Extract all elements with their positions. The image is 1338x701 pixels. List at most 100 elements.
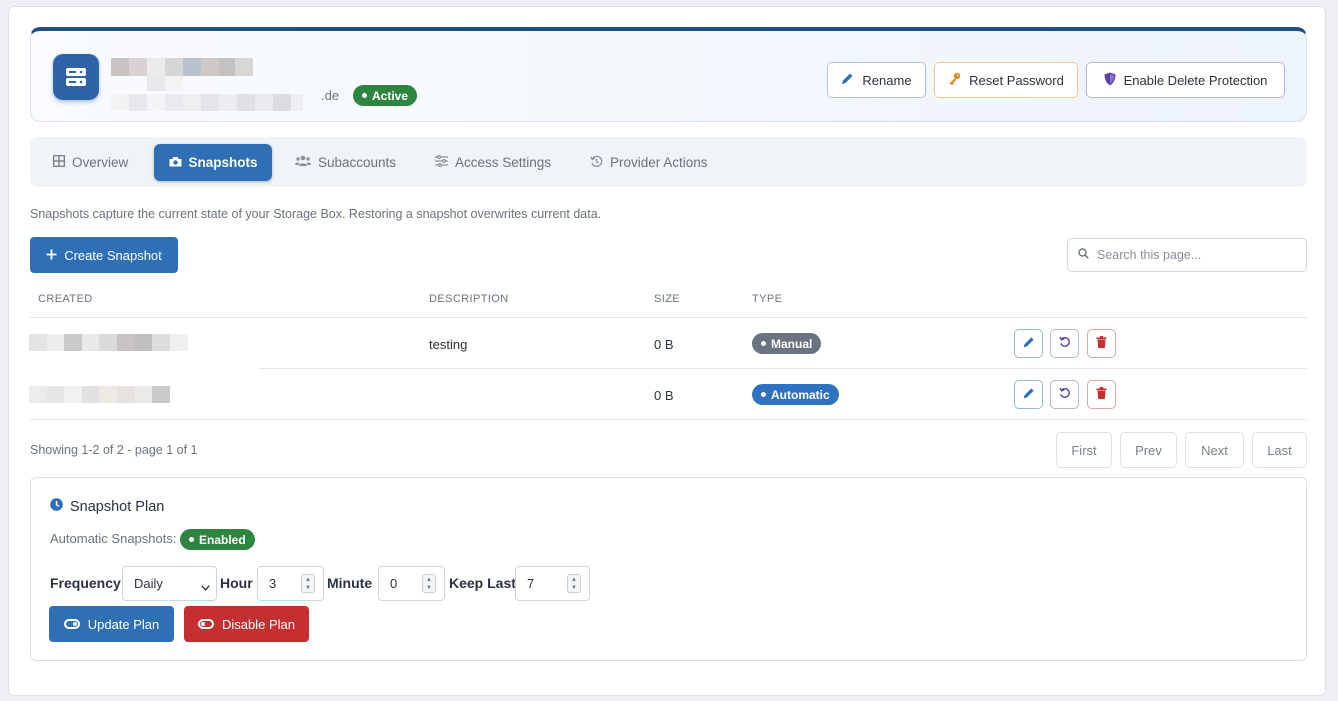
keep-last-spinner[interactable]: ▲ ▼ [567,574,581,593]
type-badge-automatic: Automatic [752,384,839,405]
spin-down-icon: ▼ [305,584,311,591]
page-container: .de Active Rename Reset Password Enable … [8,6,1326,696]
pagination-summary: Showing 1-2 of 2 - page 1 of 1 [30,443,198,457]
delete-snapshot-button[interactable] [1087,329,1116,358]
rename-label: Rename [862,72,912,88]
plan-title-text: Snapshot Plan [70,498,165,515]
last-page-button[interactable]: Last [1252,432,1307,468]
row-divider [259,368,1307,369]
snapshot-size: 0 B [654,388,674,403]
column-header-size: SIZE [654,293,681,305]
spin-up-icon: ▲ [426,576,432,583]
tab-label: Provider Actions [610,155,708,170]
snapshot-type: Automatic [771,387,830,402]
users-icon [295,155,311,170]
redacted-created-date [29,334,188,351]
redacted-name-line2 [147,76,183,91]
tab-label: Access Settings [455,155,552,170]
toggle-off-icon [198,619,214,629]
keep-last-label: Keep Last [449,575,516,591]
spin-up-icon: ▲ [571,576,577,583]
minute-label: Minute [327,575,373,591]
tab-subaccounts[interactable]: Subaccounts [278,144,413,181]
delete-snapshot-button[interactable] [1087,380,1116,409]
plan-title: Snapshot Plan [50,498,164,515]
tab-provider-actions[interactable]: Provider Actions [573,144,725,181]
sliders-icon [435,155,448,170]
key-icon [948,72,961,88]
toggle-on-icon [63,619,80,629]
hour-label: Hour [220,575,253,591]
table-header-divider [30,317,1307,318]
restore-snapshot-button[interactable] [1050,329,1079,358]
column-header-created: CREATED [38,293,93,305]
edit-snapshot-button[interactable] [1014,380,1043,409]
search-icon [1078,248,1089,262]
tab-label: Subaccounts [318,155,397,170]
tab-label: Snapshots [188,155,258,170]
storage-box-header: .de Active Rename Reset Password Enable … [30,27,1307,122]
status-label: Active [372,88,409,103]
frequency-select[interactable]: Daily [122,566,217,601]
hour-input[interactable]: 3 ▲ ▼ [257,566,324,601]
hour-spinner[interactable]: ▲ ▼ [301,574,315,593]
tab-access-settings[interactable]: Access Settings [418,144,568,181]
tab-label: Overview [72,155,129,170]
spin-down-icon: ▼ [426,584,432,591]
spin-down-icon: ▼ [571,584,577,591]
reset-password-button[interactable]: Reset Password [934,62,1078,98]
search-input[interactable] [1097,248,1297,262]
snapshots-description: Snapshots capture the current state of y… [30,207,602,221]
reset-password-label: Reset Password [969,72,1064,88]
keep-last-input[interactable]: 7 ▲ ▼ [515,566,590,601]
snapshot-size: 0 B [654,337,674,352]
disable-plan-label: Disable Plan [222,616,295,632]
pencil-icon [1023,335,1035,353]
search-box [1067,238,1307,272]
automatic-snapshots-label: Automatic Snapshots: [50,531,177,546]
undo-icon [1058,335,1071,353]
hour-value: 3 [269,576,277,591]
snapshot-plan-card: Snapshot Plan Automatic Snapshots: Enabl… [30,477,1307,661]
edit-snapshot-button[interactable] [1014,329,1043,358]
create-snapshot-label: Create Snapshot [64,247,162,263]
minute-spinner[interactable]: ▲ ▼ [422,574,436,593]
delete-protection-label: Enable Delete Protection [1123,72,1268,88]
status-badge: Active [353,85,418,106]
badge-dot-icon [761,392,766,397]
pencil-icon [1023,386,1035,404]
row-divider [30,419,1307,420]
tab-overview[interactable]: Overview [36,144,145,181]
chevron-down-icon [201,579,210,594]
snapshot-description: testing [429,337,468,352]
spin-up-icon: ▲ [305,576,311,583]
pencil-icon [841,72,854,88]
redacted-domain [111,94,321,111]
trash-icon [1096,335,1107,353]
enable-delete-protection-button[interactable]: Enable Delete Protection [1086,62,1285,98]
auto-status-text: Enabled [199,532,246,547]
restore-snapshot-button[interactable] [1050,380,1079,409]
status-dot-icon [362,93,367,98]
trash-icon [1096,386,1107,404]
redacted-box-name [111,58,253,76]
tab-snapshots[interactable]: Snapshots [154,144,272,181]
prev-page-button[interactable]: Prev [1120,432,1177,468]
next-page-button[interactable]: Next [1185,432,1244,468]
history-icon [590,155,603,171]
column-header-description: DESCRIPTION [429,293,509,305]
frequency-label: Frequency [50,575,121,591]
redacted-created-date [29,386,170,403]
domain-suffix: .de [321,88,340,103]
update-plan-label: Update Plan [87,616,160,632]
grid-icon [53,155,65,170]
minute-input[interactable]: 0 ▲ ▼ [378,566,445,601]
camera-icon [169,155,182,170]
update-plan-button[interactable]: Update Plan [49,606,174,642]
disable-plan-button[interactable]: Disable Plan [184,606,309,642]
minute-value: 0 [390,576,398,591]
create-snapshot-button[interactable]: Create Snapshot [30,237,178,273]
rename-button[interactable]: Rename [827,62,926,98]
first-page-button[interactable]: First [1056,432,1112,468]
auto-status-badge: Enabled [180,529,255,550]
